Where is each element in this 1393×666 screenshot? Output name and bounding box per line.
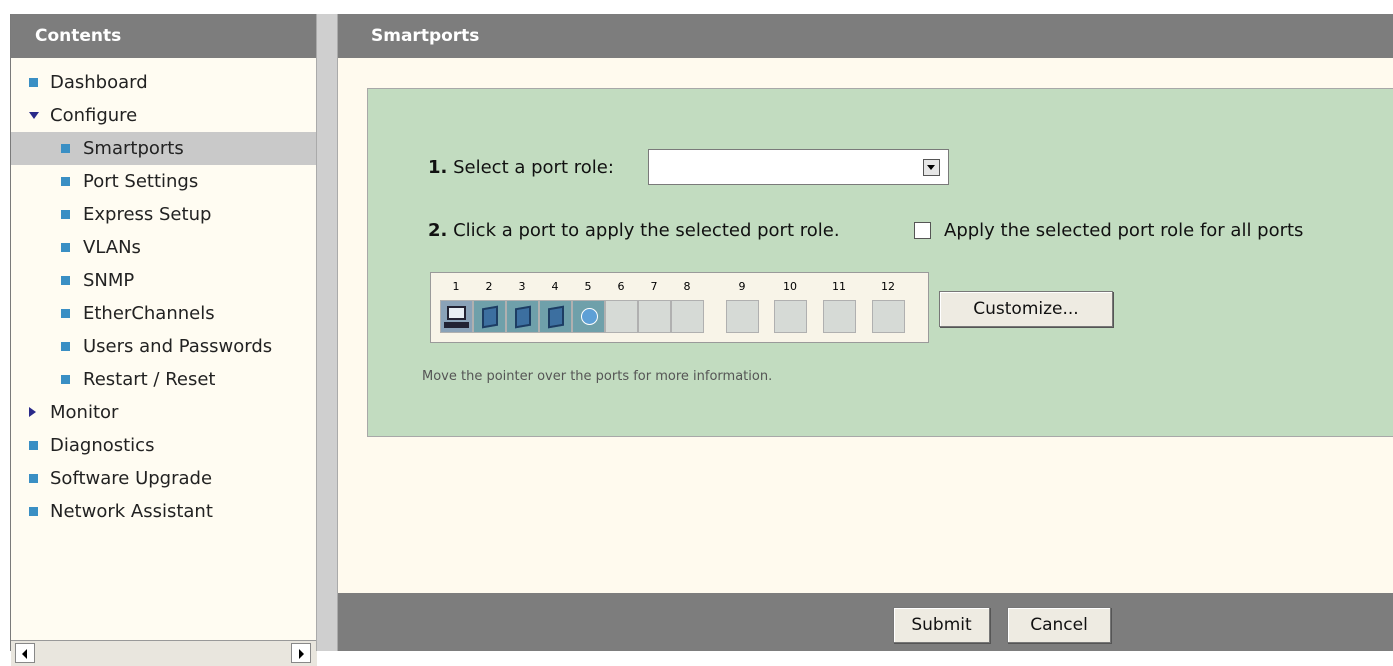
nav-item-users-and-passwords[interactable]: Users and Passwords [11,330,317,363]
port-9[interactable] [726,300,759,333]
globe-icon [581,308,598,325]
nav-item-label: Monitor [50,402,119,423]
nav-item-label: Restart / Reset [83,369,216,390]
collapsed-arrow-icon[interactable] [29,407,36,417]
port-number-label: 8 [683,280,691,293]
bullet-icon [61,144,70,153]
nav-item-restart-reset[interactable]: Restart / Reset [11,363,317,396]
port-panel: 1 2 3 4 5 6 7 8 9 10 11 12 [430,272,929,343]
port-number-label: 12 [881,280,895,293]
switch-icon [482,305,498,329]
nav-item-label: Port Settings [83,171,199,192]
bullet-icon [29,474,38,483]
nav-item-express-setup[interactable]: Express Setup [11,198,317,231]
port-6[interactable] [605,300,638,333]
customize-button[interactable]: Customize... [939,291,1113,327]
port-number-label: 11 [832,280,846,293]
action-bar: Submit Cancel [338,593,1393,651]
bullet-icon [29,507,38,516]
switch-icon [515,305,531,329]
nav-item-label: Smartports [83,138,184,159]
port-8[interactable] [671,300,704,333]
ports-hint: Move the pointer over the ports for more… [422,369,773,384]
bullet-icon [61,342,70,351]
desktop-base [444,322,469,328]
nav-item-label: Dashboard [50,72,148,93]
step2-number: 2. [428,220,448,241]
port-4[interactable] [539,300,572,333]
page-title: Smartports [338,14,1393,58]
frame-splitter[interactable] [316,14,338,651]
port-number-label: 10 [783,280,797,293]
apply-all-ports-label: Apply the selected port role for all por… [944,220,1304,241]
submit-button[interactable]: Submit [893,607,990,643]
port-number-label: 7 [650,280,658,293]
bullet-icon [61,375,70,384]
step2-label: 2. Click a port to apply the selected po… [428,220,840,241]
nav-item-diagnostics[interactable]: Diagnostics [11,429,317,462]
port-11[interactable] [823,300,856,333]
port-number-label: 6 [617,280,625,293]
port-number-label: 4 [551,280,559,293]
bullet-icon [61,210,70,219]
port-number-label: 5 [584,280,592,293]
horizontal-scrollbar[interactable] [11,640,317,666]
nav-tree: Dashboard Configure Smartports Port Sett… [11,66,317,528]
desktop-icon [447,306,466,320]
expanded-arrow-icon[interactable] [29,112,39,119]
port-7[interactable] [638,300,671,333]
nav-item-snmp[interactable]: SNMP [11,264,317,297]
nav-item-label: Users and Passwords [83,336,273,357]
nav-item-label: Software Upgrade [50,468,213,489]
nav-item-network-assistant[interactable]: Network Assistant [11,495,317,528]
nav-item-port-settings[interactable]: Port Settings [11,165,317,198]
nav-item-software-upgrade[interactable]: Software Upgrade [11,462,317,495]
nav-item-label: Diagnostics [50,435,155,456]
contents-title: Contents [11,14,317,58]
nav-item-smartports[interactable]: Smartports [11,132,317,165]
scroll-left-button[interactable] [15,643,35,663]
port-5[interactable] [572,300,605,333]
nav-item-label: Express Setup [83,204,212,225]
step1-text: Select a port role: [453,157,614,178]
port-role-select[interactable] [648,149,949,185]
port-3[interactable] [506,300,539,333]
nav-item-vlans[interactable]: VLANs [11,231,317,264]
step1-number: 1. [428,157,448,178]
nav-item-dashboard[interactable]: Dashboard [11,66,317,99]
contents-panel: Contents Dashboard Configure Smartports … [10,14,317,666]
smartports-panel: 1. Select a port role: 2. Click a port t… [367,88,1393,437]
port-number-label: 1 [452,280,460,293]
main-panel: Smartports 1. Select a port role: 2. Cli… [338,14,1393,651]
bullet-icon [29,441,38,450]
bullet-icon [29,78,38,87]
cancel-button[interactable]: Cancel [1007,607,1111,643]
bullet-icon [61,276,70,285]
switch-icon [548,305,564,329]
nav-item-label: SNMP [83,270,135,291]
nav-item-etherchannels[interactable]: EtherChannels [11,297,317,330]
scroll-right-button[interactable] [291,643,311,663]
nav-item-label: VLANs [83,237,141,258]
bullet-icon [61,309,70,318]
nav-item-label: Configure [50,105,138,126]
nav-item-configure[interactable]: Configure [11,99,317,132]
nav-item-label: Network Assistant [50,501,213,522]
port-12[interactable] [872,300,905,333]
port-number-label: 9 [738,280,746,293]
bullet-icon [61,243,70,252]
port-number-label: 3 [518,280,526,293]
port-10[interactable] [774,300,807,333]
dropdown-arrow-icon[interactable] [923,159,940,176]
bullet-icon [61,177,70,186]
port-number-label: 2 [485,280,493,293]
nav-item-monitor[interactable]: Monitor [11,396,317,429]
apply-all-ports-checkbox[interactable] [914,222,931,239]
nav-item-label: EtherChannels [83,303,215,324]
port-1[interactable] [440,300,473,333]
port-2[interactable] [473,300,506,333]
step2-text: Click a port to apply the selected port … [453,220,840,241]
step1-label: 1. Select a port role: [428,157,614,178]
